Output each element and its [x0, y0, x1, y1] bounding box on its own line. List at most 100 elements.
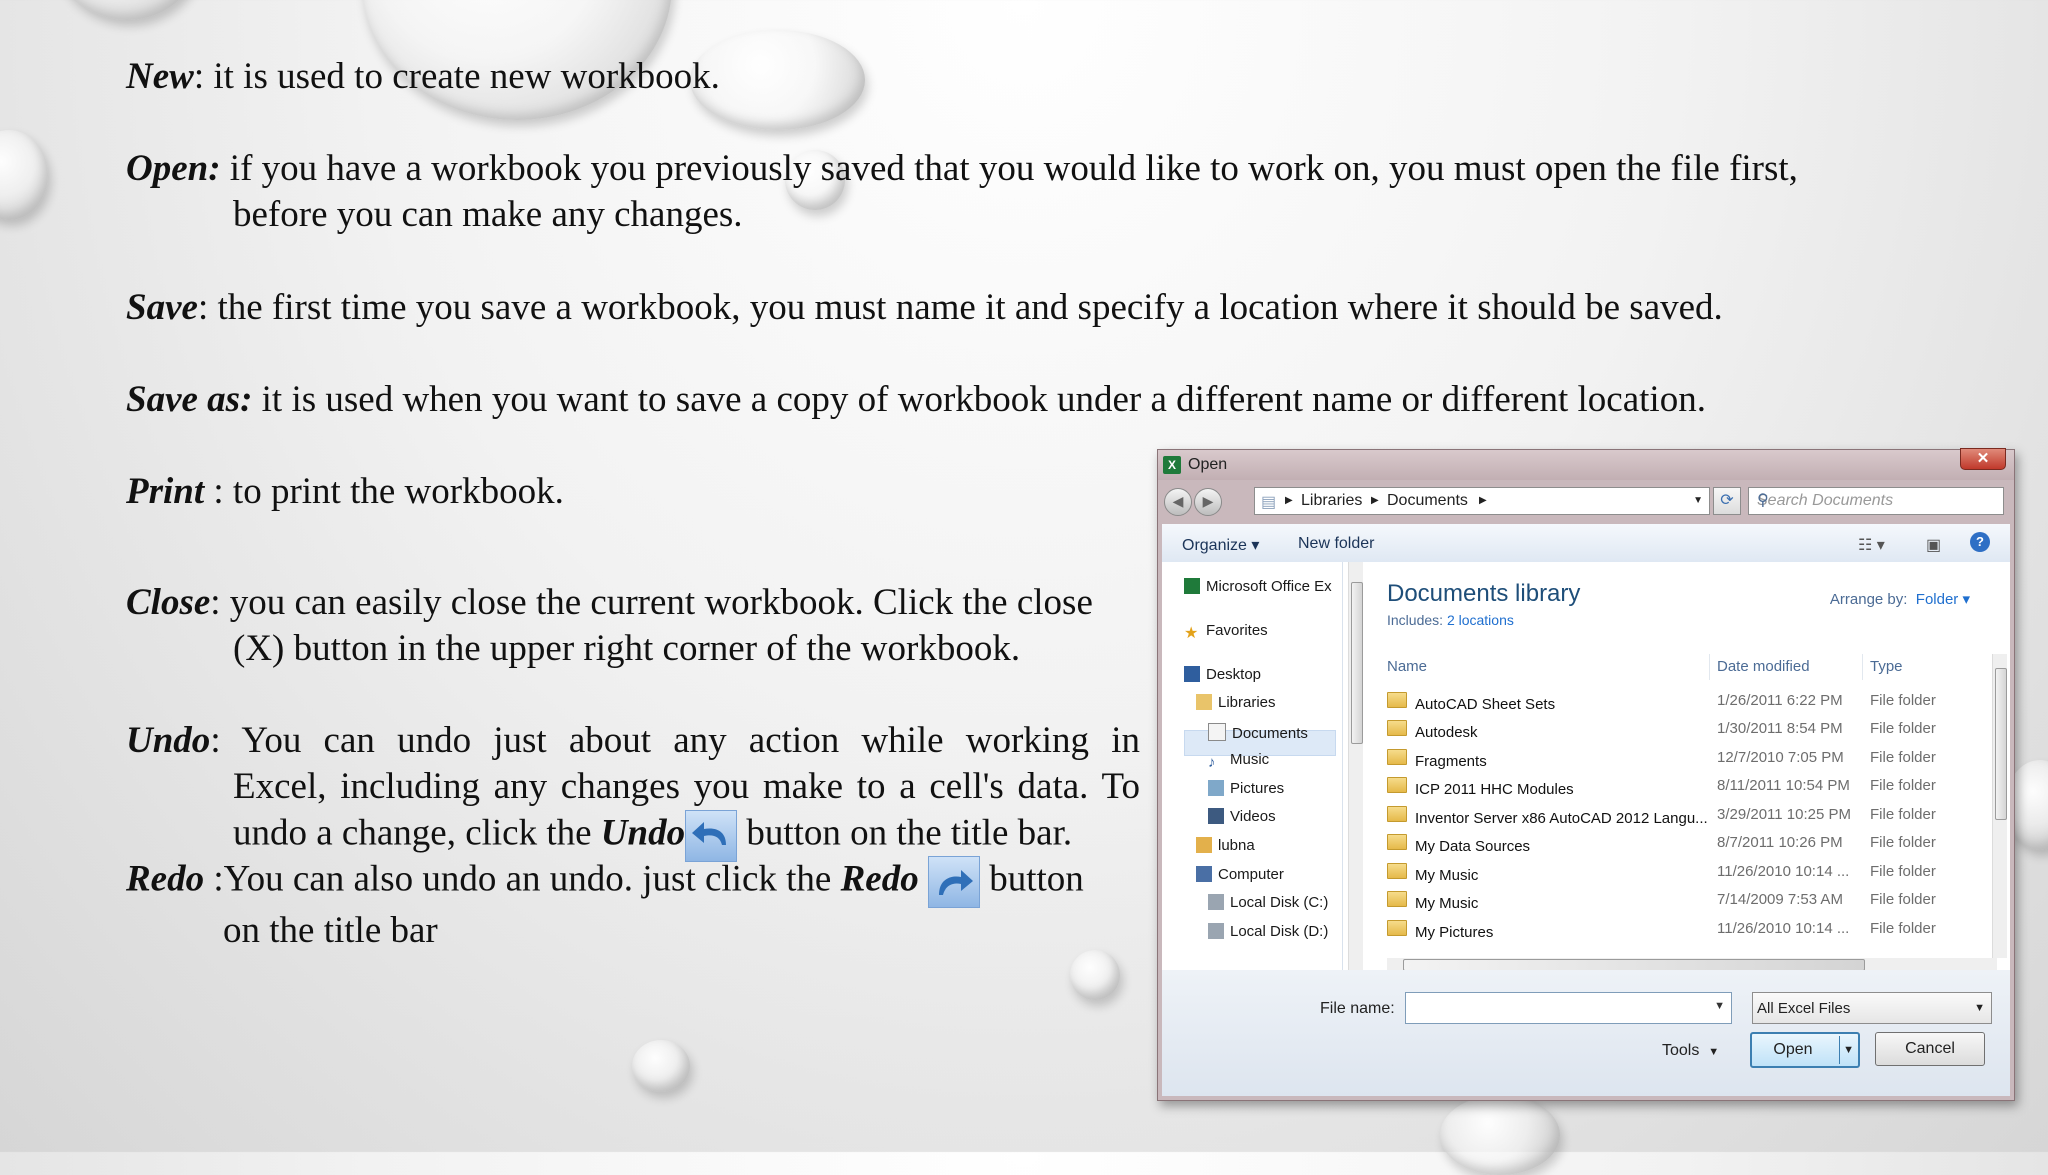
chevron-down-icon[interactable]: ▼ — [1693, 495, 1703, 506]
nav-item-lubna[interactable]: lubna — [1196, 837, 1255, 854]
dialog-close-button[interactable]: ✕ — [1960, 448, 2006, 470]
refresh-button[interactable]: ⟳ — [1713, 487, 1741, 515]
breadcrumb-arrow-icon: ▶ — [1371, 495, 1379, 506]
desc-open: if you have a workbook you previously sa… — [220, 148, 1798, 189]
file-type: File folder — [1870, 920, 1936, 937]
file-row[interactable]: My Pictures 11/26/2010 10:14 ... File fold… — [1387, 916, 1997, 944]
para-close: Close: you can easily close the current … — [126, 580, 1093, 672]
file-list-scrollbar[interactable] — [1992, 654, 2007, 958]
water-drop — [1440, 1095, 1560, 1175]
breadcrumb-arrow-icon: ▶ — [1479, 495, 1487, 506]
tools-dropdown[interactable]: Tools ▼ — [1662, 1042, 1719, 1060]
breadcrumb-documents[interactable]: Documents — [1387, 492, 1468, 510]
nav-label: Pictures — [1230, 780, 1285, 797]
nav-item-pictures[interactable]: Pictures — [1208, 780, 1284, 797]
excel-icon — [1184, 578, 1200, 594]
organize-button[interactable]: Organize ▾ — [1182, 535, 1259, 555]
split-divider — [1839, 1036, 1840, 1064]
undo-inline-term: Undo — [600, 812, 686, 854]
navigation-pane: Microsoft Office Ex ★ Favorites Desktop L… — [1162, 562, 1343, 970]
file-row[interactable]: My Music 11/26/2010 10:14 ... File folder — [1387, 859, 1997, 887]
breadcrumb-libraries[interactable]: Libraries — [1301, 492, 1362, 510]
folder-icon — [1387, 834, 1407, 850]
file-row[interactable]: Autodesk 1/30/2011 8:54 PM File folder — [1387, 716, 1997, 744]
term-print: Print — [126, 471, 205, 512]
desc-undo-2: Excel, including any changes you make to… — [233, 766, 1140, 807]
desc-save-as: it is used when you want to save a copy … — [252, 379, 1706, 420]
nav-label: Music — [1230, 751, 1270, 768]
open-button[interactable]: Open ▼ — [1750, 1032, 1860, 1068]
new-folder-button[interactable]: New folder — [1298, 535, 1374, 553]
column-date[interactable]: Date modified — [1717, 658, 1810, 675]
desc-close-cont: (X) button in the upper right corner of … — [233, 628, 1021, 669]
nav-item-videos[interactable]: Videos — [1208, 808, 1276, 825]
nav-label: Microsoft Office Ex — [1206, 578, 1332, 595]
back-button[interactable]: ◀ — [1164, 488, 1192, 516]
term-close: Close — [126, 582, 211, 623]
nav-item-local-disk-d[interactable]: Local Disk (D:) — [1208, 923, 1328, 940]
nav-item-favorites[interactable]: ★ Favorites — [1184, 622, 1268, 642]
para-redo: Redo :You can also undo an undo. just cl… — [126, 856, 1084, 954]
dialog-footer: File name: ▼ All Excel Files ▼ Tools ▼ O… — [1162, 970, 2010, 1096]
folder-icon — [1387, 692, 1407, 708]
undo-icon — [685, 810, 738, 862]
preview-pane-icon[interactable]: ▣ — [1926, 535, 1941, 555]
nav-item-desktop[interactable]: Desktop — [1184, 666, 1261, 683]
nav-item-local-disk-c[interactable]: Local Disk (C:) — [1208, 894, 1328, 911]
search-input[interactable]: Search Documents ⚲ — [1748, 487, 2004, 515]
file-type-select[interactable]: All Excel Files ▼ — [1752, 992, 1992, 1024]
file-name-input[interactable]: ▼ — [1405, 992, 1732, 1024]
folder-icon — [1387, 720, 1407, 736]
file-row[interactable]: AutoCAD Sheet Sets 1/26/2011 6:22 PM File … — [1387, 688, 1997, 716]
nav-scroll-thumb[interactable] — [1351, 582, 1363, 744]
water-drop — [1070, 950, 1120, 1000]
view-options-icon[interactable]: ☷ ▾ — [1858, 535, 1885, 555]
nav-item-documents[interactable]: Documents — [1208, 723, 1308, 742]
arrange-label: Arrange by: — [1829, 591, 1908, 608]
help-icon[interactable]: ? — [1970, 532, 1990, 552]
nav-item-music[interactable]: ♪ Music — [1208, 751, 1270, 771]
file-row[interactable]: Fragments 12/7/2010 7:05 PM File folder — [1387, 745, 1997, 773]
file-name: Fragments — [1415, 753, 1487, 770]
file-type: File folder — [1870, 863, 1936, 880]
open-button-label: Open — [1773, 1041, 1813, 1058]
content-pane: Microsoft Office Ex ★ Favorites Desktop L… — [1162, 562, 2010, 972]
file-row[interactable]: My Music 7/14/2009 7:53 AM File folder — [1387, 887, 1997, 915]
column-divider — [1709, 654, 1710, 680]
desc-new: : it is used to create new workbook. — [193, 56, 720, 97]
folder-icon — [1387, 806, 1407, 822]
arrange-dropdown[interactable]: Folder ▾ — [1916, 591, 1970, 608]
nav-label: lubna — [1218, 837, 1255, 854]
folder-icon — [1387, 749, 1407, 765]
chevron-down-icon[interactable]: ▼ — [1843, 1034, 1854, 1066]
desc-print: : to print the workbook. — [204, 471, 564, 512]
term-new: New — [126, 56, 194, 97]
includes-link[interactable]: 2 locations — [1447, 612, 1514, 628]
desc-undo-1: : You can undo just about any action whi… — [210, 720, 1140, 761]
file-type: File folder — [1870, 720, 1936, 737]
desc-redo-1a: :You can also undo an undo. just click t… — [204, 858, 841, 900]
column-type[interactable]: Type — [1870, 658, 1903, 675]
file-row[interactable]: Inventor Server x86 AutoCAD 2012 Langu..… — [1387, 802, 1997, 830]
file-list-scroll-thumb[interactable] — [1995, 668, 2007, 820]
nav-item-microsoft-office[interactable]: Microsoft Office Ex — [1184, 578, 1332, 595]
nav-item-computer[interactable]: Computer — [1196, 866, 1284, 883]
forward-button[interactable]: ▶ — [1194, 488, 1222, 516]
file-date: 7/14/2009 7:53 AM — [1717, 891, 1843, 908]
file-date: 1/30/2011 8:54 PM — [1717, 720, 1843, 737]
desc-close: : you can easily close the current workb… — [210, 582, 1093, 623]
folder-icon — [1387, 777, 1407, 793]
nav-scrollbar[interactable] — [1348, 562, 1363, 970]
chevron-down-icon[interactable]: ▼ — [1714, 1000, 1725, 1012]
address-bar[interactable]: ▤ ▶ Libraries ▶ Documents ▶ ▼ — [1254, 487, 1710, 515]
column-name[interactable]: Name — [1387, 658, 1427, 675]
file-type: File folder — [1870, 806, 1936, 823]
cancel-button[interactable]: Cancel — [1875, 1032, 1985, 1066]
nav-item-libraries[interactable]: Libraries — [1196, 694, 1276, 711]
undo-line1: Undo: You can undo just about any action… — [126, 718, 1140, 764]
para-new: New: it is used to create new workbook. — [126, 54, 720, 100]
dialog-titlebar: X Open ✕ — [1158, 448, 2014, 480]
file-row[interactable]: My Data Sources 8/7/2011 10:26 PM File fol… — [1387, 830, 1997, 858]
file-row[interactable]: ICP 2011 HHC Modules 8/11/2011 10:54 PM Fi… — [1387, 773, 1997, 801]
term-save-as: Save as: — [126, 379, 253, 420]
